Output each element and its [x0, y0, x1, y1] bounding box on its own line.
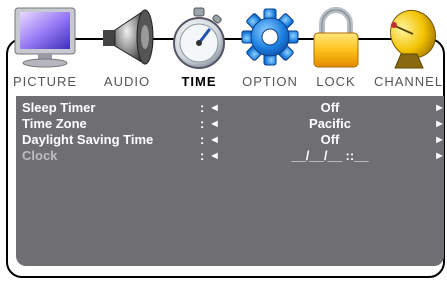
setting-value: Off	[320, 100, 340, 115]
monitor-icon	[12, 6, 78, 73]
speaker-icon	[99, 6, 155, 73]
left-arrow-icon[interactable]: ◄	[209, 132, 220, 148]
right-arrow-icon[interactable]: ►	[434, 116, 445, 132]
menu-tabs: PICTURE AUDIO TIME OPTION LOCK CHANNEL	[0, 0, 447, 92]
left-arrow-icon[interactable]: ◄	[209, 100, 220, 116]
right-arrow-icon[interactable]: ►	[434, 132, 445, 148]
setting-value: __/__/__ ::__	[291, 148, 369, 163]
tab-label: TIME	[181, 74, 217, 89]
setting-value: Pacific	[309, 116, 351, 131]
left-arrow-icon[interactable]: ◄	[209, 148, 220, 164]
right-arrow-icon[interactable]: ►	[434, 100, 445, 116]
tab-picture[interactable]: PICTURE	[6, 0, 84, 92]
tab-label: LOCK	[316, 74, 356, 89]
tab-label: AUDIO	[103, 74, 151, 89]
separator-colon: :	[200, 100, 205, 115]
setting-name: Clock	[22, 148, 58, 163]
tab-option[interactable]: OPTION	[236, 0, 304, 92]
separator-colon: :	[200, 148, 205, 163]
tab-channel[interactable]: CHANNEL	[370, 0, 447, 92]
setting-value: Off	[320, 132, 340, 147]
setting-name: Daylight Saving Time	[22, 132, 154, 147]
separator-colon: :	[200, 132, 205, 147]
padlock-icon	[310, 6, 362, 75]
gear-icon	[240, 6, 300, 73]
tab-label: OPTION	[242, 74, 298, 89]
tab-audio[interactable]: AUDIO	[92, 0, 162, 92]
tab-label: CHANNEL	[373, 74, 444, 89]
left-arrow-icon[interactable]: ◄	[209, 116, 220, 132]
satellite-dish-icon	[379, 6, 439, 75]
tab-lock[interactable]: LOCK	[306, 0, 366, 92]
tab-time[interactable]: TIME	[166, 0, 232, 92]
separator-colon: :	[200, 116, 205, 131]
right-arrow-icon[interactable]: ►	[434, 148, 445, 164]
stopwatch-icon	[169, 6, 229, 75]
tab-label: PICTURE	[12, 74, 78, 89]
setting-name: Time Zone	[22, 116, 87, 131]
setting-name: Sleep Timer	[22, 100, 96, 115]
